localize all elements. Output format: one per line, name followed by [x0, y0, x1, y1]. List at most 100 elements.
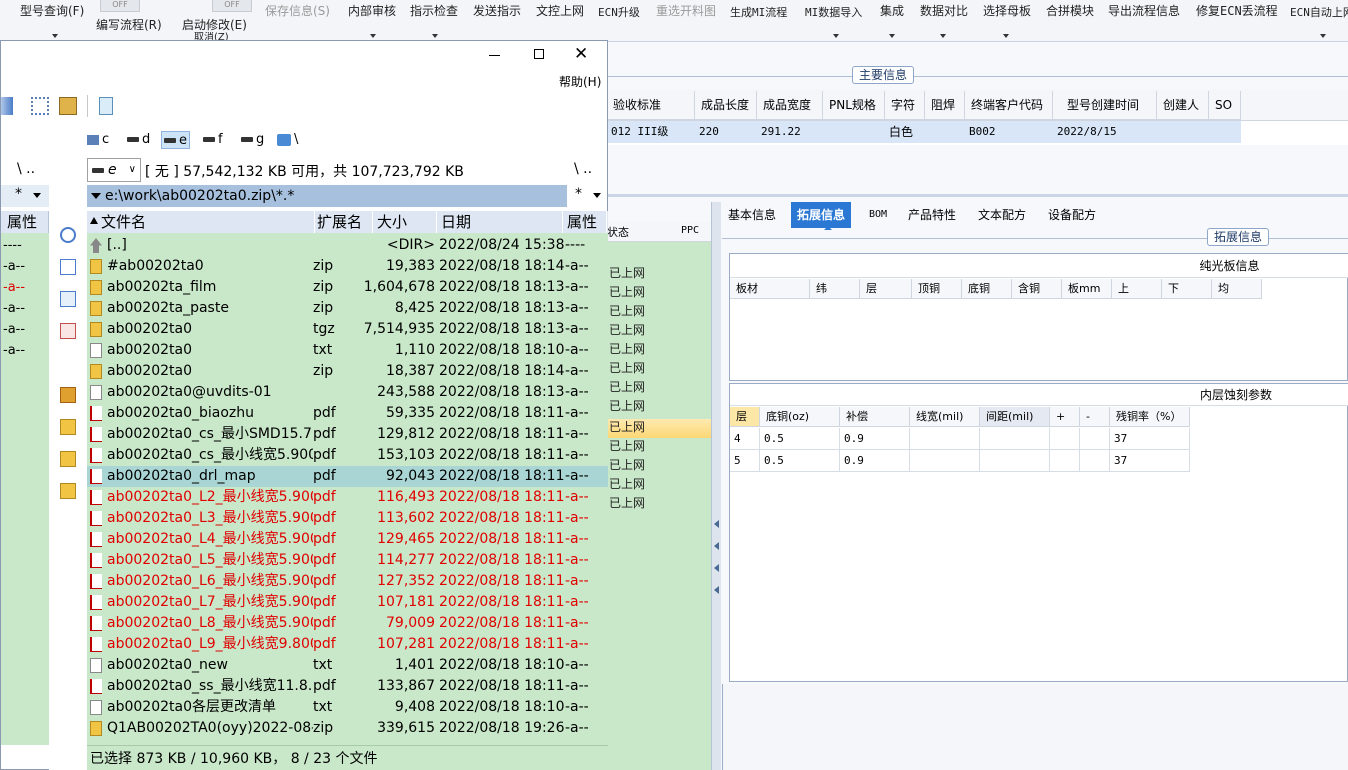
pb-col[interactable]: 上	[1112, 279, 1162, 299]
ribbon-btn-integrate[interactable]: 集成	[880, 2, 904, 22]
ribbon-btn-internal-review[interactable]: 内部审核	[348, 2, 396, 22]
col-size[interactable]: 大小	[373, 211, 437, 233]
ribbon-btn-ecn-upgrade[interactable]: ECN升级	[598, 4, 640, 24]
file-row[interactable]: ab00202ta_film zip 1,604,678 2022/08/18 18:…	[87, 277, 608, 298]
pb-col[interactable]: 板mm	[1062, 279, 1112, 299]
file-row[interactable]: ab00202ta0_cs_最小SMD15.7 pdf 129,812 2022/08…	[87, 424, 608, 445]
etch-col[interactable]: 层	[730, 407, 760, 427]
ribbon-btn-write-flow[interactable]: 编写流程(R)	[96, 16, 162, 36]
drive-d[interactable]: d	[127, 131, 150, 149]
etch-col[interactable]: 残铜率（%）	[1110, 407, 1190, 427]
file-row[interactable]: ab00202ta0_L2_最小线宽5.900 pdf 116,493 2022/08…	[87, 487, 608, 508]
file-row[interactable]: ab00202ta0_L4_最小线宽5.900 pdf 129,465 2022/08…	[87, 529, 608, 550]
file-row[interactable]: ab00202ta0_biaozhu pdf 59,335 2022/08/18 18…	[87, 403, 608, 424]
etch-cell[interactable]	[980, 450, 1050, 472]
pb-col[interactable]: 含铜	[1012, 279, 1062, 299]
dropdown-arrow-icon[interactable]	[940, 34, 946, 38]
ribbon-btn-export-flow[interactable]: 导出流程信息	[1108, 2, 1180, 22]
splitter[interactable]	[607, 194, 1348, 197]
col-filename[interactable]: 文件名	[87, 211, 315, 233]
etch-cell[interactable]: 37	[1110, 450, 1190, 472]
etch-col[interactable]: -	[1080, 407, 1110, 427]
col-attr[interactable]: 属性	[563, 211, 607, 233]
col-creator[interactable]: 创建人	[1157, 91, 1209, 120]
ribbon-btn-select-mother[interactable]: 选择母板	[983, 2, 1031, 22]
folder-icon[interactable]	[60, 483, 76, 499]
pb-col[interactable]: 顶铜	[912, 279, 962, 299]
toolbar-icon[interactable]	[1, 97, 13, 115]
tab-device-recipe[interactable]: 设备配方	[1042, 202, 1102, 228]
etch-col[interactable]: 底铜(oz)	[760, 407, 840, 427]
file-row[interactable]: ab00202ta0_L7_最小线宽5.900 pdf 107,181 2022/08…	[87, 592, 608, 613]
select-icon[interactable]	[31, 97, 49, 115]
etch-cell[interactable]: 4	[730, 428, 760, 450]
file-row[interactable]: ab00202ta0 txt 1,110 2022/08/18 18:10 -a--	[87, 340, 608, 361]
drive-f[interactable]: f	[203, 131, 223, 149]
ribbon-btn-doc-online[interactable]: 文控上网	[536, 2, 584, 22]
file-row[interactable]: ab00202ta0 tgz 7,514,935 2022/08/18 18:13 -a…	[87, 319, 608, 340]
dropdown-arrow-icon[interactable]	[52, 34, 58, 38]
etch-cell[interactable]	[910, 450, 980, 472]
path-bar[interactable]: e:\work\ab00202ta0.zip\*.*	[87, 185, 567, 207]
etch-cell[interactable]: 0.9	[840, 428, 910, 450]
pb-col[interactable]: 层	[860, 279, 912, 299]
drive-g[interactable]: g	[241, 131, 264, 149]
ribbon-btn-send[interactable]: 发送指示	[473, 2, 521, 22]
etch-col[interactable]: 补偿	[840, 407, 910, 427]
notepad-icon[interactable]	[99, 97, 113, 115]
etch-cell[interactable]: 5	[730, 450, 760, 472]
pb-col[interactable]: 板材	[730, 279, 810, 299]
etch-cell[interactable]: 0.5	[760, 450, 840, 472]
file-row[interactable]: ab00202ta_paste zip 8,425 2022/08/18 18:13-…	[87, 298, 608, 319]
ribbon-btn-gen-mi[interactable]: 生成MI流程	[730, 4, 787, 24]
etch-col[interactable]: 间距(mil)	[980, 407, 1050, 427]
col-date[interactable]: 日期	[437, 211, 563, 233]
file-row[interactable]: ab00202ta0@uvdits-01 243,588 2022/08/18 18…	[87, 382, 608, 403]
history-arrow-icon[interactable]	[91, 193, 101, 199]
new-folder-icon[interactable]	[60, 419, 76, 435]
drive-c[interactable]: c	[87, 131, 109, 149]
file-row[interactable]: #ab00202ta0 zip 19,383 2022/08/18 18:14 -a--	[87, 256, 608, 277]
file-row[interactable]: Q1AB00202TA0(oyy)2022-08-.. zip 339,615 202…	[87, 718, 608, 739]
drive-network[interactable]: \	[277, 131, 298, 149]
dropdown-arrow-icon[interactable]	[833, 34, 839, 38]
drive-select[interactable]: e ∨	[87, 158, 141, 182]
pb-col[interactable]: 底铜	[962, 279, 1012, 299]
col-ext[interactable]: 扩展名	[315, 211, 373, 233]
file-row[interactable]: ab00202ta0各层更改清单 txt 9,408 2022/08/18 18:10…	[87, 697, 608, 718]
pb-col[interactable]: 下	[1162, 279, 1212, 299]
main-info-row[interactable]: 012 III级 220 291.22 白色 B002 2022/8/15	[607, 121, 1348, 145]
tab-basic-info[interactable]: 基本信息	[722, 202, 782, 228]
ribbon-btn-fix-ecn[interactable]: 修复ECN丢流程	[1196, 2, 1278, 22]
etch-col[interactable]: +	[1050, 407, 1080, 427]
file-row[interactable]: ab00202ta0_drl_map pdf 92,043 2022/08/18 18…	[87, 466, 608, 487]
drive-e[interactable]: e	[161, 131, 190, 149]
folder-icon[interactable]	[60, 451, 76, 467]
file-row[interactable]: ab00202ta0_new txt 1,401 2022/08/18 18:10 -a…	[87, 655, 608, 676]
right-path-filter[interactable]: *	[567, 185, 607, 207]
etch-col[interactable]: 线宽(mil)	[910, 407, 980, 427]
archive-icon[interactable]	[59, 97, 77, 115]
pb-col[interactable]: 均	[1212, 279, 1262, 299]
col-mask[interactable]: 阻焊	[925, 91, 965, 120]
file-row[interactable]: ab00202ta0_cs_最小线宽5.900 pdf 153,103 2022/08…	[87, 445, 608, 466]
dropdown-arrow-icon[interactable]	[889, 34, 895, 38]
file-row[interactable]: [..] <DIR> 2022/08/24 15:38 ----	[87, 235, 608, 256]
file-row[interactable]: ab00202ta0_L5_最小线宽5.900 pdf 114,277 2022/08…	[87, 550, 608, 571]
tab-product-props[interactable]: 产品特性	[902, 202, 962, 228]
close-icon[interactable]: ✕	[574, 44, 588, 64]
pb-col[interactable]: 纬	[810, 279, 860, 299]
etch-cell[interactable]	[980, 428, 1050, 450]
file-row[interactable]: ab00202ta0_L9_最小线宽9.800 pdf 107,281 2022/08…	[87, 634, 608, 655]
left-attr-header[interactable]: 属性	[1, 211, 49, 233]
etch-cell[interactable]: 0.5	[760, 428, 840, 450]
dropdown-arrow-icon[interactable]	[1003, 34, 1009, 38]
etch-cell[interactable]	[1050, 428, 1080, 450]
maximize-icon[interactable]	[534, 49, 544, 59]
col-so[interactable]: SO	[1209, 91, 1241, 120]
file-row[interactable]: ab00202ta0_L8_最小线宽5.900 pdf 79,009 2022/08/…	[87, 613, 608, 634]
col-acceptance[interactable]: 验收标准	[607, 91, 695, 120]
ribbon-btn-check[interactable]: 指示检查	[410, 2, 458, 22]
ribbon-btn-compare[interactable]: 数据对比	[920, 2, 968, 22]
file-row[interactable]: ab00202ta0 zip 18,387 2022/08/18 18:14 -a--	[87, 361, 608, 382]
